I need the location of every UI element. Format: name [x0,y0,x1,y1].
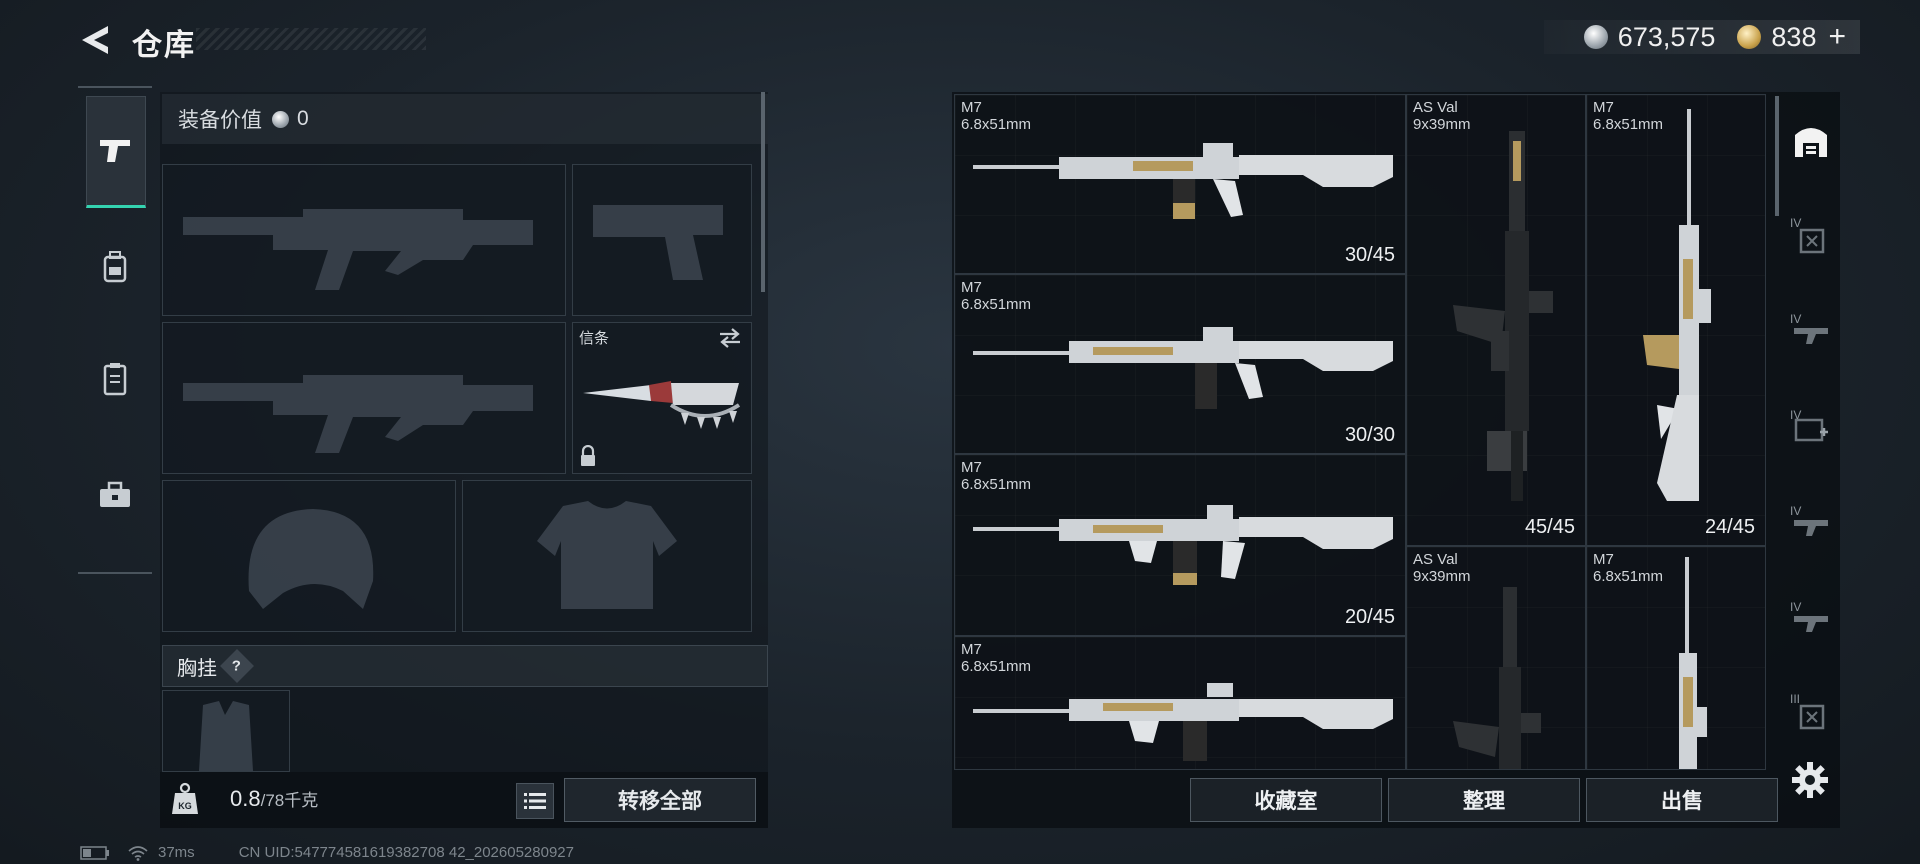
chest-rig-slot[interactable] [162,690,290,772]
currency-display: 673,575 838 + [1543,20,1860,54]
gold-amount: 838 [1771,21,1817,52]
helmet-silhouette-icon [248,509,374,609]
wifi-icon [128,845,148,861]
page-title: 仓库 [132,29,196,62]
warehouse-icon [1795,128,1827,157]
weight-icon: KG [172,782,198,814]
silver-coin-icon [272,110,289,128]
organize-button[interactable]: 整理 [1388,778,1580,822]
equipment-scrollbar[interactable] [761,92,765,292]
m7-rifle-vertical-icon [1643,109,1711,501]
chest-rig-silhouette-icon [199,701,253,771]
pistol-icon [100,140,130,162]
filter-tier[interactable]: IV [1784,594,1838,648]
inventory-scrollbar[interactable] [1775,96,1779,216]
pistol-slot[interactable] [572,164,752,316]
ammo-count: 24/45 [1704,516,1755,538]
lock-icon [581,445,595,466]
filter-all[interactable] [1784,114,1838,168]
as-val-rifle-icon [1453,131,1553,501]
nav-weapons[interactable] [86,96,146,208]
nav-backpack[interactable] [86,238,144,296]
backpack-icon [103,251,127,283]
vest-icon [103,363,127,396]
rifle-silhouette-icon [183,375,533,453]
melee-slot-label: 信条 [579,330,610,347]
sell-button[interactable]: 出售 [1586,778,1778,822]
equipment-value-amount: 0 [297,107,309,130]
list-icon [524,793,546,809]
inventory-item[interactable]: M7 6.8x51mm 20/45 [954,454,1406,636]
inventory-filter-nav: IV IV IV IV IV III [1782,92,1840,828]
inventory-item[interactable]: AS Val 9x39mm [1406,546,1586,770]
chest-rig-label: 胸挂 [177,657,217,680]
inventory-item[interactable]: M7 6.8x51mm [1586,546,1766,770]
primary-weapon-slot-1[interactable] [162,164,566,316]
user-uid: CN UID:547774581619382708 42_20260528092… [238,844,574,861]
title-decoration [196,28,426,50]
transfer-all-button[interactable]: 转移全部 [564,778,756,822]
category-nav [78,86,152,574]
armor-silhouette-icon [537,501,677,609]
filter-tier[interactable]: IV [1784,210,1838,264]
m7-rifle-icon [973,143,1393,219]
m7-rifle-icon [973,327,1393,409]
silver-coin-icon [1583,25,1608,49]
knife-icon [583,381,741,429]
ammo-count: 45/45 [1524,516,1575,538]
collection-room-button[interactable]: 收藏室 [1190,778,1382,822]
add-currency-button[interactable]: + [1828,20,1846,54]
help-icon[interactable]: ? [220,649,254,683]
inventory-item[interactable]: AS Val 9x39mm 45/45 [1406,94,1586,546]
ammo-count: 30/30 [1344,424,1395,446]
melee-slot[interactable]: 信条 [572,322,752,474]
carry-weight: 0.8/78千克 [230,786,318,812]
silver-amount: 673,575 [1617,21,1716,52]
ammo-count: 30/45 [1344,244,1395,266]
ammo-count: 20/45 [1344,606,1395,628]
nav-vest[interactable] [86,350,144,408]
filter-tier[interactable]: IV [1784,306,1838,360]
back-arrow-icon[interactable] [78,22,114,58]
helmet-slot[interactable] [162,480,456,632]
filter-tier[interactable]: IV [1784,498,1838,552]
inventory-item[interactable]: M7 6.8x51mm 24/45 [1586,94,1766,546]
equipment-value-label: 装备价值 [178,109,262,132]
m7-rifle-vertical-icon [1679,557,1707,769]
inventory-item[interactable]: M7 6.8x51mm 30/45 [954,94,1406,274]
as-val-rifle-icon [1453,587,1541,769]
inventory-item[interactable]: M7 6.8x51mm [954,636,1406,770]
rifle-silhouette-icon [183,209,533,290]
list-view-button[interactable] [516,783,554,819]
filter-tier[interactable]: III [1784,686,1838,740]
nav-toolbox[interactable] [86,466,144,524]
filter-tier[interactable]: IV [1784,402,1838,456]
settings-gear-icon[interactable] [1790,760,1830,800]
item-name: AS Val 9x39mm [1413,551,1471,585]
armor-slot[interactable] [462,480,752,632]
svg-text:KG: KG [178,801,192,811]
inventory-item[interactable]: M7 6.8x51mm 30/30 [954,274,1406,454]
chest-rig-header: 胸挂 ? [162,645,768,687]
item-name: M7 6.8x51mm [961,279,1032,313]
ping: 37ms [158,844,195,861]
equipment-value-bar: 装备价值 0 [162,94,768,144]
carry-weight-max: /78千克 [260,791,319,810]
m7-rifle-icon [973,505,1393,585]
status-bar: 37ms CN UID:547774581619382708 42_202605… [80,844,574,861]
swap-icon[interactable] [717,327,743,349]
toolbox-icon [100,481,130,507]
gold-coin-icon [1737,25,1762,49]
pistol-silhouette-icon [593,205,723,280]
battery-icon [80,845,109,860]
item-name: AS Val 9x39mm [1413,99,1471,133]
carry-weight-value: 0.8 [230,786,261,811]
primary-weapon-slot-2[interactable] [162,322,566,474]
m7-rifle-icon [973,683,1393,761]
